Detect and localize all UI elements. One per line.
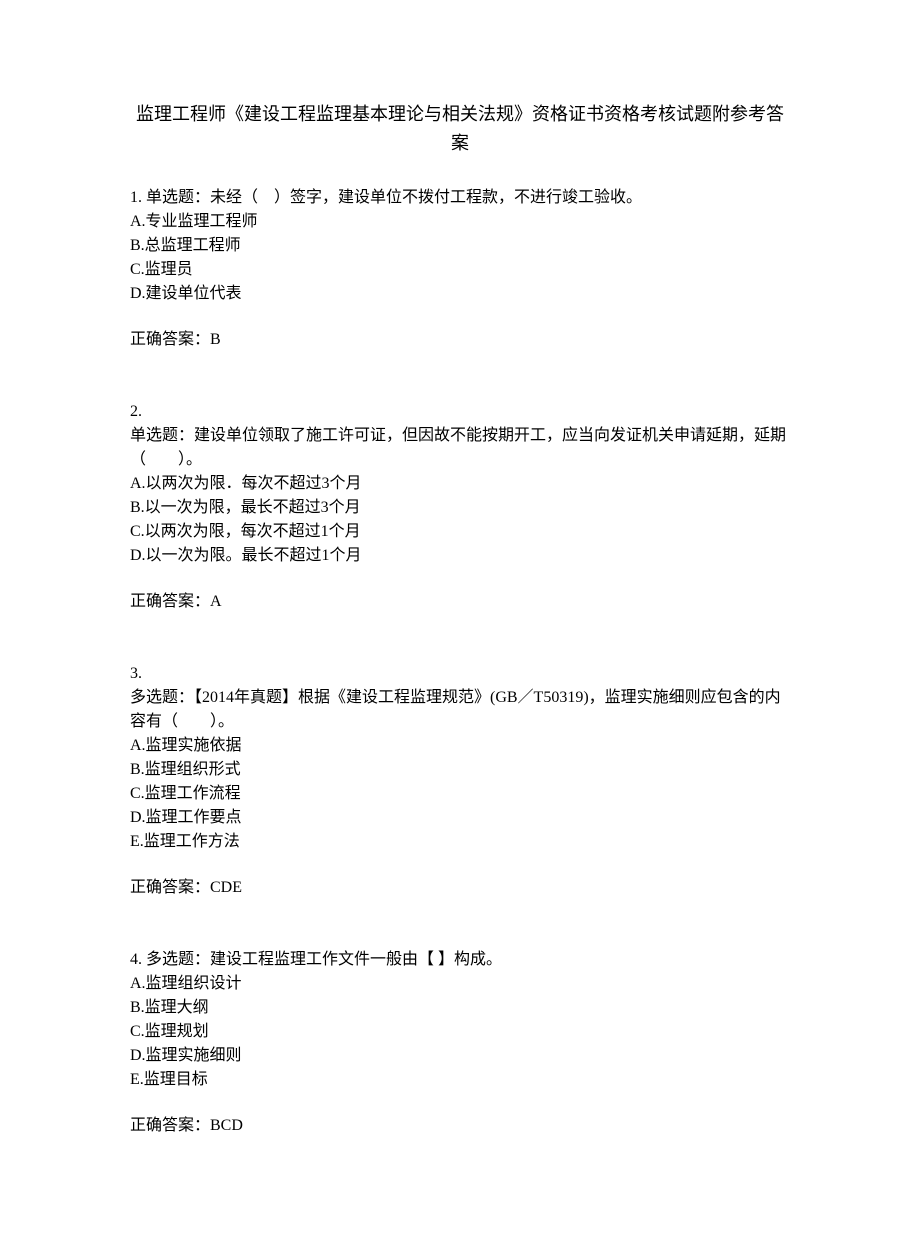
question-4-text: 多选题：建设工程监理工作文件一般由【 】构成。 xyxy=(146,951,502,968)
question-1-text: 单选题：未经（ ）签字，建设单位不拨付工程款，不进行竣工验收。 xyxy=(146,189,642,206)
question-2: 2. 单选题：建设单位领取了施工许可证，但因故不能按期开工，应当向发证机关申请延… xyxy=(130,400,790,614)
question-2-option-b: B.以一次为限，最长不超过3个月 xyxy=(130,496,790,520)
question-3-option-e: E.监理工作方法 xyxy=(130,830,790,854)
question-2-option-d: D.以一次为限。最长不超过1个月 xyxy=(130,544,790,568)
question-1-option-c: C.监理员 xyxy=(130,258,790,282)
question-4-option-e: E.监理目标 xyxy=(130,1068,790,1092)
question-4-option-d: D.监理实施细则 xyxy=(130,1044,790,1068)
question-4-number: 4. xyxy=(130,951,142,968)
question-1-answer: 正确答案：B xyxy=(130,328,790,352)
question-2-prompt: 单选题：建设单位领取了施工许可证，但因故不能按期开工，应当向发证机关申请延期，延… xyxy=(130,424,790,472)
question-1: 1. 单选题：未经（ ）签字，建设单位不拨付工程款，不进行竣工验收。 A.专业监… xyxy=(130,186,790,352)
question-4: 4. 多选题：建设工程监理工作文件一般由【 】构成。 A.监理组织设计 B.监理… xyxy=(130,948,790,1138)
question-3-option-b: B.监理组织形式 xyxy=(130,758,790,782)
question-3-option-a: A.监理实施依据 xyxy=(130,734,790,758)
question-4-option-c: C.监理规划 xyxy=(130,1020,790,1044)
question-3: 3. 多选题：【2014年真题】根据《建设工程监理规范》(GB／T50319)，… xyxy=(130,662,790,900)
document-title: 监理工程师《建设工程监理基本理论与相关法规》资格证书资格考核试题附参考答案 xyxy=(130,100,790,158)
question-4-option-b: B.监理大纲 xyxy=(130,996,790,1020)
question-3-answer: 正确答案：CDE xyxy=(130,876,790,900)
question-1-number: 1. xyxy=(130,189,142,206)
question-4-prompt: 4. 多选题：建设工程监理工作文件一般由【 】构成。 xyxy=(130,948,790,972)
question-2-option-a: A.以两次为限．每次不超过3个月 xyxy=(130,472,790,496)
question-1-option-a: A.专业监理工程师 xyxy=(130,210,790,234)
question-3-prompt: 多选题：【2014年真题】根据《建设工程监理规范》(GB／T50319)，监理实… xyxy=(130,686,790,734)
question-3-number: 3. xyxy=(130,662,790,686)
question-3-option-d: D.监理工作要点 xyxy=(130,806,790,830)
question-1-prompt: 1. 单选题：未经（ ）签字，建设单位不拨付工程款，不进行竣工验收。 xyxy=(130,186,790,210)
question-2-answer: 正确答案：A xyxy=(130,590,790,614)
question-4-option-a: A.监理组织设计 xyxy=(130,972,790,996)
question-4-answer: 正确答案：BCD xyxy=(130,1114,790,1138)
question-2-number: 2. xyxy=(130,400,790,424)
question-3-option-c: C.监理工作流程 xyxy=(130,782,790,806)
question-1-option-b: B.总监理工程师 xyxy=(130,234,790,258)
question-2-option-c: C.以两次为限，每次不超过1个月 xyxy=(130,520,790,544)
question-1-option-d: D.建设单位代表 xyxy=(130,282,790,306)
